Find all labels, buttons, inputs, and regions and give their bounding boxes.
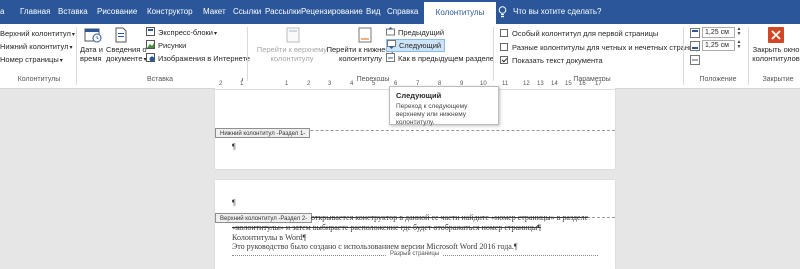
ruler-number: 5: [372, 81, 376, 87]
group-label-header-footer: Колонтитулы: [17, 76, 61, 83]
group-separator: [247, 27, 248, 85]
tab-references[interactable]: Ссылки: [233, 0, 261, 24]
ruler-number: 14: [551, 81, 558, 87]
picture-icon: [146, 40, 155, 49]
page-break-label: Разрыв страницы: [387, 251, 443, 257]
tab-mailings[interactable]: Рассылки: [265, 0, 301, 24]
date-time-label: Дата и время: [80, 45, 103, 63]
ruler-number: 11: [502, 81, 509, 87]
close-header-footer-button[interactable]: [766, 27, 786, 46]
tab-draw[interactable]: Рисование: [97, 0, 137, 24]
goto-header-label: Перейти к верхнему колонтитулу: [256, 45, 328, 63]
tab-header-footer[interactable]: Колонтитулы: [424, 0, 496, 24]
checkbox-icon: [500, 29, 508, 37]
chevron-down-icon: ▾: [71, 32, 75, 38]
ruler-number: 15: [565, 81, 572, 87]
tooltip-body: Переход к следующему верхнему или нижнем…: [396, 103, 468, 126]
quick-parts-button[interactable]: Экспресс-блоки▾: [146, 27, 217, 40]
group-separator: [76, 27, 77, 85]
next-button-tooltip: Следующий Переход к следующему верхнему …: [389, 86, 499, 126]
previous-icon: [386, 27, 395, 36]
tab-file-partial[interactable]: а: [0, 0, 4, 24]
document-page-2: ¶ Верхний колонтитул -Раздел 2- открывае…: [215, 180, 615, 269]
ruler-number: 17: [595, 81, 602, 87]
ruler-number: 2: [307, 81, 311, 87]
ruler-number: 16: [579, 81, 586, 87]
close-icon: [768, 27, 784, 43]
lightbulb-icon: [498, 6, 507, 18]
group-label-close: Закрытие: [762, 76, 794, 83]
ruler-number: 1: [285, 81, 289, 87]
document-text-line[interactable]: Колонтитулы в Word¶: [232, 233, 306, 242]
tab-design[interactable]: Конструктор: [147, 0, 193, 24]
checked-checkbox-icon: [500, 56, 508, 64]
page-number-dropdown-button[interactable]: Номер страницы▾: [0, 54, 63, 67]
paragraph-mark[interactable]: ¶: [232, 198, 236, 207]
quick-parts-icon: [146, 27, 155, 36]
group-separator: [683, 27, 684, 85]
header-from-top-input[interactable]: 1,25 см: [702, 27, 735, 38]
calendar-icon: [84, 28, 102, 43]
tab-home[interactable]: Главная: [20, 0, 50, 24]
ruler-number: 4: [350, 81, 354, 87]
footer-from-bottom-input[interactable]: 1,25 см: [702, 40, 735, 51]
footer-dropdown-button[interactable]: Нижний колонтитул▾: [0, 41, 73, 54]
header-section-tag: Верхний колонтитул -Раздел 2-: [215, 213, 313, 223]
header-position-icon: [690, 28, 700, 38]
goto-footer-icon: [358, 27, 372, 43]
chevron-down-icon: ▾: [69, 45, 73, 51]
spinner-arrows-icon[interactable]: ▲ ▼: [735, 27, 743, 38]
footer-position-icon: [690, 41, 700, 51]
footer-section-tag: Нижний колонтитул -Раздел 1-: [215, 128, 311, 138]
header-button-label: Верхний колонтитул: [0, 29, 71, 38]
page-number-button-label: Номер страницы: [0, 55, 59, 64]
next-button[interactable]: Следующий: [386, 39, 446, 52]
ruler-number: 13: [537, 81, 544, 87]
tab-help[interactable]: Справка: [387, 0, 418, 24]
tooltip-title: Следующий: [396, 91, 442, 100]
chevron-down-icon: ▾: [59, 58, 63, 64]
different-odd-even-checkbox[interactable]: Разные колонтитулы для четных и нечетных…: [500, 42, 697, 53]
ribbon: Верхний колонтитул▾ Нижний колонтитул▾ Н…: [0, 24, 800, 89]
tab-layout[interactable]: Макет: [203, 0, 226, 24]
close-header-footer-label: Закрыть окно колонтитулов: [752, 45, 800, 63]
pictures-button[interactable]: Рисунки: [146, 40, 186, 51]
ruler-number: 12: [523, 81, 530, 87]
goto-header-button[interactable]: [262, 27, 324, 46]
ruler-number: 3: [328, 81, 332, 87]
goto-header-icon: [286, 27, 300, 43]
document-text-line[interactable]: открывается конструктор в данной ее част…: [311, 213, 588, 222]
document-text-line[interactable]: «колонтитулы» и затем выбираете располож…: [232, 223, 541, 232]
previous-button[interactable]: Предыдущий: [386, 27, 444, 38]
paragraph-mark[interactable]: ¶: [232, 142, 236, 151]
show-document-text-checkbox[interactable]: Показать текст документа: [500, 55, 603, 66]
different-first-page-checkbox[interactable]: Особый колонтитул для первой страницы: [500, 28, 658, 39]
link-icon: [386, 53, 395, 62]
tab-view[interactable]: Вид: [366, 0, 380, 24]
header-dropdown-button[interactable]: Верхний колонтитул▾: [0, 28, 75, 41]
next-icon: [387, 40, 396, 49]
ribbon-tab-bar: а Главная Вставка Рисование Конструктор …: [0, 0, 800, 24]
checkbox-icon: [500, 43, 508, 51]
online-picture-icon: [146, 53, 155, 62]
group-label-position: Положение: [699, 76, 737, 83]
document-text-line[interactable]: Это руководство было создано с использов…: [232, 242, 517, 251]
spinner-arrows-icon[interactable]: ▲ ▼: [735, 40, 743, 51]
ruler-number: 1: [240, 81, 244, 87]
ruler-number: 2: [219, 81, 223, 87]
document-info-icon: [115, 27, 127, 43]
online-pictures-button[interactable]: Изображения в Интернете: [146, 53, 250, 64]
tab-review[interactable]: Рецензирование: [301, 0, 363, 24]
link-to-previous-button[interactable]: Как в предыдущем разделе: [386, 53, 494, 64]
footer-button-label: Нижний колонтитул: [0, 42, 69, 51]
tell-me-search[interactable]: Что вы хотите сделать?: [513, 0, 601, 24]
group-label-insert: Вставка: [146, 76, 174, 83]
group-separator: [493, 27, 494, 85]
document-info-button[interactable]: [110, 27, 132, 46]
date-time-button[interactable]: [82, 27, 104, 46]
tab-insert[interactable]: Вставка: [58, 0, 88, 24]
alignment-tab-icon[interactable]: [690, 55, 700, 65]
group-separator: [748, 27, 749, 85]
document-info-label: Сведения о документе▾: [106, 45, 147, 63]
